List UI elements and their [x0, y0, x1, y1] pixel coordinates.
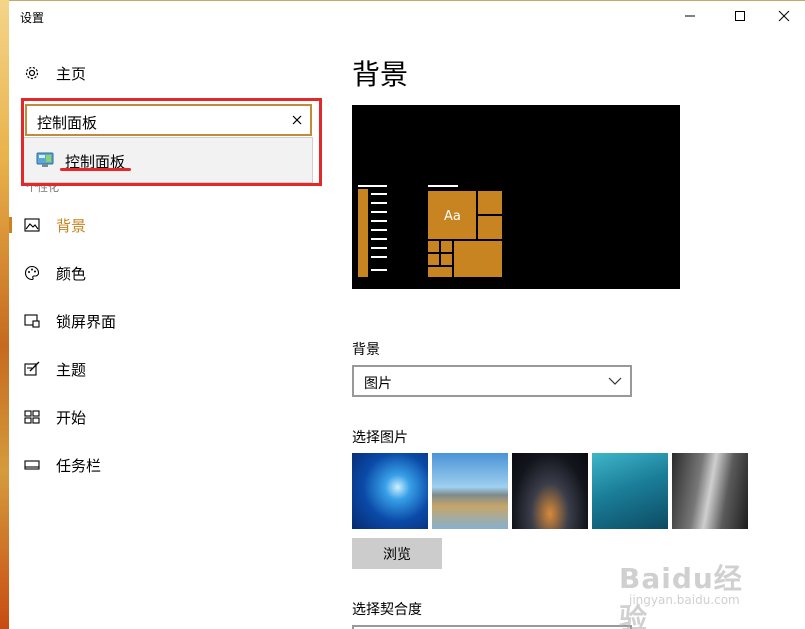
watermark: Baidu经验 jingyan.baidu.com [619, 541, 769, 629]
close-icon [778, 10, 790, 22]
sidebar-item-lock-screen[interactable]: 锁屏界面 [9, 303, 309, 339]
sidebar-item-label: 主题 [56, 360, 87, 379]
picture-icon [24, 217, 40, 233]
fit-select[interactable] [352, 625, 632, 629]
lock-screen-icon [24, 313, 40, 329]
sidebar-item-colors[interactable]: 颜色 [9, 255, 309, 291]
search-input[interactable]: 控制面板 [25, 104, 312, 136]
control-panel-icon [36, 152, 54, 167]
sidebar-item-home[interactable]: 主页 [9, 55, 309, 91]
watermark-sub: jingyan.baidu.com [629, 593, 740, 607]
sidebar-item-themes[interactable]: 主题 [9, 351, 309, 387]
desktop-wallpaper-strip [0, 0, 9, 629]
start-icon [24, 409, 40, 425]
sidebar-item-label: 主页 [56, 64, 87, 83]
red-underline-annotation [60, 168, 131, 171]
settings-window: 设置 主页 个性化 控制面板 控制面板 背景 颜色 锁屏界面 主题 开始 任务栏… [9, 0, 805, 629]
start-menu-preview [358, 185, 502, 277]
background-type-value: 图片 [364, 376, 392, 392]
background-label: 背景 [352, 342, 380, 358]
window-title: 设置 [20, 11, 45, 25]
title-bar: 设置 [9, 1, 805, 33]
background-type-select[interactable]: 图片 [352, 365, 632, 397]
choose-picture-label: 选择图片 [352, 430, 408, 446]
picture-thumbnail-4[interactable] [592, 453, 668, 529]
sidebar-item-label: 锁屏界面 [56, 312, 117, 331]
preview-tile-text: Aa [444, 209, 461, 224]
sidebar-item-label: 开始 [56, 408, 87, 427]
search-suggestion-control-panel[interactable]: 控制面板 [23, 137, 313, 183]
sidebar-item-label: 背景 [56, 216, 87, 235]
minimize-button[interactable] [675, 5, 705, 27]
picture-thumbnail-5[interactable] [672, 453, 748, 529]
maximize-icon [735, 11, 745, 21]
background-preview: Aa [352, 105, 680, 289]
theme-icon [24, 361, 40, 377]
browse-button[interactable]: 浏览 [352, 538, 442, 569]
sidebar-item-label: 颜色 [56, 264, 87, 283]
palette-icon [24, 265, 40, 281]
gear-icon [24, 65, 40, 81]
search-input-value: 控制面板 [37, 114, 98, 132]
minimize-icon [685, 15, 695, 17]
sidebar-item-taskbar[interactable]: 任务栏 [9, 447, 309, 483]
choose-fit-label: 选择契合度 [352, 602, 422, 618]
picture-thumbnail-2[interactable] [432, 453, 508, 529]
sidebar-item-start[interactable]: 开始 [9, 399, 309, 435]
taskbar-icon [24, 457, 40, 473]
picture-thumbnail-1[interactable] [352, 453, 428, 529]
close-button[interactable] [769, 5, 799, 27]
maximize-button[interactable] [725, 5, 755, 27]
page-title: 背景 [352, 58, 409, 91]
sidebar-item-label: 任务栏 [56, 456, 102, 475]
active-indicator [9, 217, 12, 233]
clear-search-icon[interactable] [290, 113, 304, 127]
sidebar-item-background[interactable]: 背景 [9, 207, 309, 243]
picture-thumbnail-3[interactable] [512, 453, 588, 529]
chevron-down-icon [608, 377, 622, 385]
